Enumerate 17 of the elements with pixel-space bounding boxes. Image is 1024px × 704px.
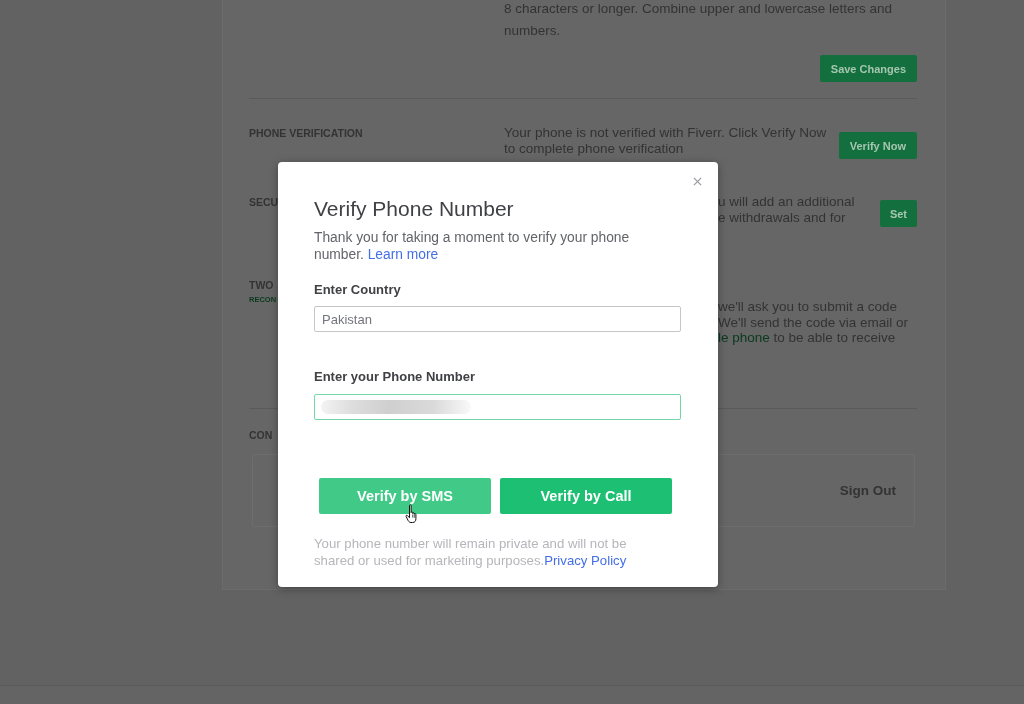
privacy-note: Your phone number will remain private and will not be shared or used for marketing purposes.Privacy Policy	[314, 535, 628, 569]
dialog-description: Thank you for taking a moment to verify your phone number. Learn more	[314, 229, 631, 263]
field-label: Enter Country	[314, 282, 401, 298]
learn-more-link[interactable]: Learn more	[367, 247, 439, 262]
action-button[interactable]: Set	[879, 200, 917, 227]
save-changes-button[interactable]: Save Changes	[819, 55, 917, 82]
hand-cursor-icon	[405, 504, 420, 524]
dialog-title: Verify Phone Number	[314, 197, 514, 221]
close-icon[interactable]	[693, 177, 702, 186]
phone-number-field[interactable]	[314, 394, 681, 420]
privacy-policy-link[interactable]: Privacy Policy	[544, 553, 627, 568]
verify-button[interactable]: Verify by Call	[500, 478, 672, 514]
verify-button[interactable]: Verify by SMS	[319, 478, 491, 514]
phone-link[interactable]: le phone	[718, 330, 770, 345]
action-button[interactable]: Verify Now	[838, 132, 917, 159]
country-field[interactable]: Pakistan	[314, 306, 681, 332]
field-label: Enter your Phone Number	[314, 369, 476, 385]
